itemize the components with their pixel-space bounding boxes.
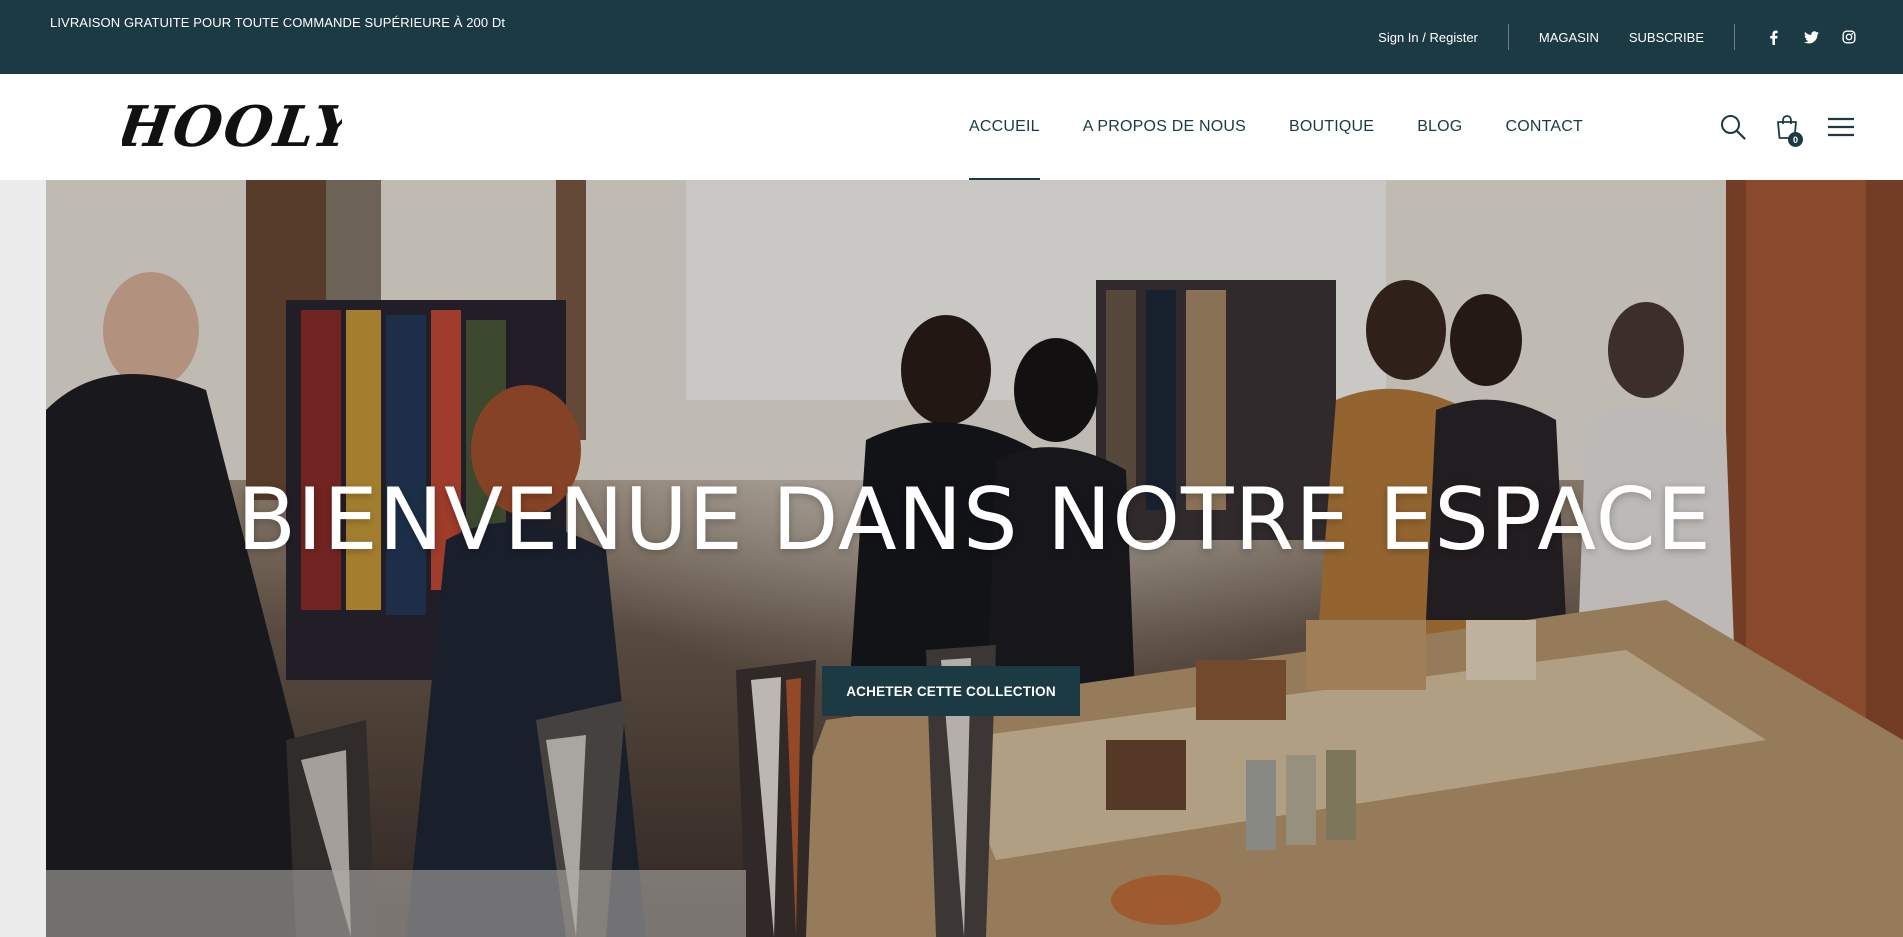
- main-header: HOOLY ACCUEIL A PROPOS DE NOUS BOUTIQUE …: [0, 74, 1903, 180]
- subscribe-link[interactable]: SUBSCRIBE: [1629, 30, 1704, 45]
- sign-in-register-link[interactable]: Sign In / Register: [1378, 30, 1478, 45]
- hero-title: BIENVENUE DANS NOTRE ESPACE: [237, 470, 1712, 570]
- store-link[interactable]: MAGASIN: [1539, 30, 1599, 45]
- top-bar-divider: [1734, 24, 1735, 50]
- nav-item-contact[interactable]: CONTACT: [1505, 74, 1583, 180]
- hooly-logo[interactable]: HOOLY: [122, 88, 342, 168]
- top-bar-divider: [1507, 24, 1509, 50]
- instagram-icon[interactable]: [1841, 29, 1857, 45]
- cart-icon[interactable]: 0: [1773, 113, 1803, 147]
- twitter-icon[interactable]: [1803, 29, 1819, 45]
- top-bar: LIVRAISON GRATUITE POUR TOUTE COMMANDE S…: [0, 0, 1903, 74]
- svg-text:HOOLY: HOOLY: [122, 94, 342, 160]
- hero-banner: BIENVENUE DANS NOTRE ESPACE ACHETER CETT…: [46, 180, 1903, 937]
- main-nav: ACCUEIL A PROPOS DE NOUS BOUTIQUE BLOG C…: [969, 74, 1626, 180]
- header-actions: 0: [1693, 74, 1855, 180]
- free-shipping-promo: LIVRAISON GRATUITE POUR TOUTE COMMANDE S…: [50, 15, 506, 30]
- nav-item-boutique[interactable]: BOUTIQUE: [1289, 74, 1374, 180]
- nav-item-a-propos[interactable]: A PROPOS DE NOUS: [1083, 74, 1246, 180]
- social-links: [1765, 29, 1857, 45]
- search-icon[interactable]: [1719, 113, 1747, 141]
- cart-count-badge: 0: [1788, 132, 1803, 147]
- top-bar-links: Sign In / Register MAGASIN SUBSCRIBE: [1378, 24, 1857, 50]
- shop-collection-button[interactable]: ACHETER CETTE COLLECTION: [822, 666, 1080, 716]
- nav-item-accueil[interactable]: ACCUEIL: [969, 74, 1040, 180]
- nav-item-blog[interactable]: BLOG: [1417, 74, 1462, 180]
- menu-icon[interactable]: [1827, 113, 1855, 141]
- facebook-icon[interactable]: [1765, 29, 1781, 45]
